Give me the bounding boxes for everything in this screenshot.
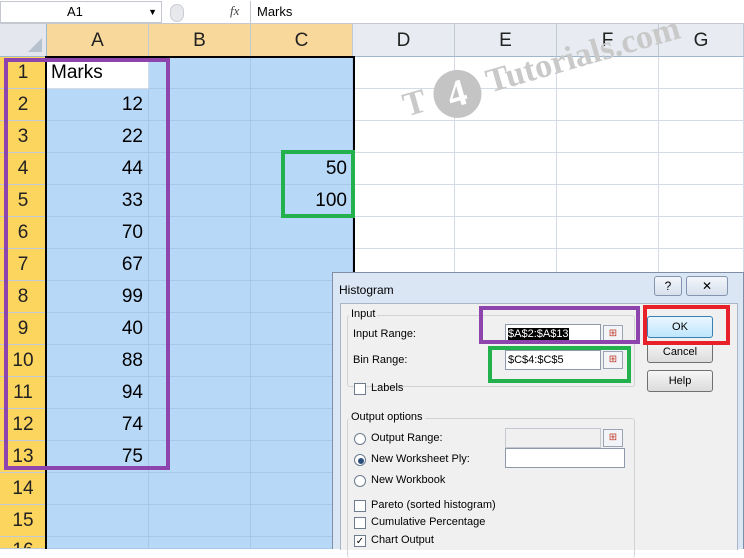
output-range-field[interactable] [505,428,601,448]
insert-function-icon[interactable]: fx [230,3,239,19]
name-box-value: A1 [67,4,83,19]
input-group-label: Input [349,308,378,320]
labels-checkbox[interactable] [354,383,366,395]
grid-cell[interactable] [149,505,251,537]
help-button[interactable]: Help [647,370,713,392]
output-range-label: Output Range: [371,432,443,444]
grid-cell[interactable] [353,217,455,249]
annotation-bin-range [281,150,355,218]
grid-cell[interactable] [455,217,557,249]
range-collapse-icon[interactable]: ⊞ [603,429,623,447]
cumulative-label: Cumulative Percentage [371,516,486,528]
grid-cell[interactable] [251,89,353,121]
row-header[interactable]: 14 [0,473,47,505]
resize-handle-icon[interactable] [170,4,184,22]
grid-cell[interactable] [251,121,353,153]
grid-cell[interactable] [251,57,353,89]
input-range-label: Input Range: [353,328,416,340]
grid-cell[interactable] [557,185,659,217]
output-range-radio[interactable] [354,433,366,445]
new-workbook-label: New Workbook [371,474,446,486]
column-header-b[interactable]: B [149,24,251,57]
grid-cell[interactable] [557,217,659,249]
column-header-d[interactable]: D [353,24,455,57]
grid-cell[interactable] [47,505,149,537]
annotation-input-range [479,306,640,344]
chevron-down-icon[interactable]: ▼ [148,2,157,22]
column-header-a[interactable]: A [47,24,149,57]
grid-cell[interactable] [659,153,744,185]
select-all-corner[interactable] [0,24,47,57]
grid-cell[interactable] [251,217,353,249]
column-header-c[interactable]: C [251,24,353,57]
cumulative-checkbox[interactable] [354,517,366,529]
new-workbook-radio[interactable] [354,475,366,487]
grid-cell[interactable] [47,537,149,549]
new-ply-field[interactable] [505,448,625,468]
annotation-ok-button [643,305,730,345]
pareto-checkbox[interactable] [354,500,366,512]
grid-cell[interactable] [659,217,744,249]
row-header[interactable]: 16 [0,537,47,549]
output-group-label: Output options [349,411,425,423]
bin-range-label: Bin Range: [353,354,408,366]
new-ply-radio[interactable] [354,454,366,466]
pareto-label: Pareto (sorted histogram) [371,499,496,511]
annotation-marks-range [4,58,170,470]
help-title-button[interactable]: ? [654,276,682,296]
labels-label: Labels [371,382,404,394]
dialog-title: Histogram [339,283,394,297]
row-header[interactable]: 15 [0,505,47,537]
name-box[interactable]: A1 ▼ [0,1,162,23]
close-button[interactable]: ✕ [686,276,728,296]
grid-cell[interactable] [659,185,744,217]
annotation-bin-range-field [488,346,631,383]
new-ply-label: New Worksheet Ply: [371,453,470,465]
grid-cell[interactable] [149,473,251,505]
grid-cell[interactable] [149,537,251,549]
formula-controls: fx [166,1,250,23]
chart-output-checkbox[interactable]: ✓ [354,535,366,547]
grid-cell[interactable] [47,473,149,505]
chart-output-label: Chart Output [371,534,434,546]
